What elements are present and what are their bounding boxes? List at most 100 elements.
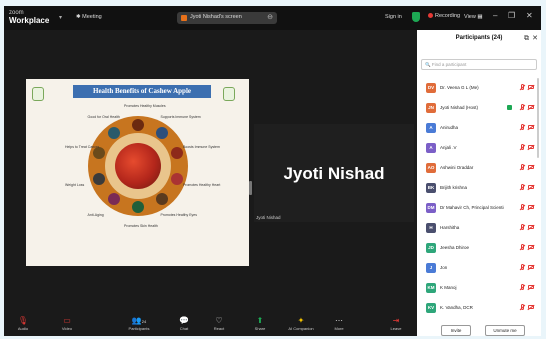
meeting-label: Meeting <box>82 14 102 20</box>
sign-in-link[interactable]: Sign in <box>385 14 402 20</box>
participant-row[interactable]: JD Jeesha Dhiroe <box>417 242 541 254</box>
participant-name: Anjali .V <box>440 145 457 150</box>
benefit-label: Promotes Healthy Heart <box>182 182 221 187</box>
react-button[interactable]: ♡ React <box>204 315 234 335</box>
participant-row[interactable]: A Anjali .V <box>417 142 541 154</box>
avatar: H <box>426 223 436 233</box>
benefit-label: Anti-Aging <box>87 212 104 217</box>
participant-row[interactable]: A Anirudha <box>417 122 541 134</box>
options-icon[interactable]: ⊖ <box>267 13 273 21</box>
app-logo: zoom Workplace <box>9 10 50 25</box>
panel-scrollbar[interactable] <box>537 78 539 158</box>
benefit-icon <box>107 126 120 139</box>
participant-row[interactable]: KV K. Vandha, DCR <box>417 302 541 314</box>
chat-label: Chat <box>179 326 189 331</box>
participant-name: Dr Mahavir Ch, Principal Scientis... <box>440 205 504 210</box>
view-menu[interactable]: View ▦ <box>464 14 483 20</box>
share-button[interactable]: ⬆ Share <box>245 315 275 335</box>
shared-slide: Health Benefits of Cashew Apple Promotes… <box>26 79 249 266</box>
avatar: J <box>426 263 436 273</box>
meeting-menu[interactable]: ✱ Meeting <box>76 14 102 20</box>
minimize-icon[interactable]: – <box>493 11 497 20</box>
participants-label: Participants <box>128 326 150 331</box>
avatar: A <box>426 123 436 133</box>
participants-button[interactable]: 👥24 Participants <box>124 315 154 335</box>
more-button[interactable]: ⋯ More <box>324 315 354 335</box>
leave-icon: ⇥ <box>392 316 400 325</box>
benefit-label: Promotes Skin Health <box>124 224 158 228</box>
participant-search-input[interactable]: 🔍 Find a participant <box>421 59 537 70</box>
shared-screen-tab[interactable]: Jyoti Nishad's screen ⊖ <box>177 12 277 24</box>
participant-name: Dr. Veena G L (Me) <box>440 85 479 90</box>
participant-row[interactable]: J Jon <box>417 262 541 274</box>
participants-count: 24 <box>141 319 147 324</box>
leave-button[interactable]: ⇥ Leave <box>381 315 411 335</box>
participant-video-tile[interactable]: Jyoti Nishad Jyoti Nishad <box>254 124 414 222</box>
avatar: JN <box>426 103 436 113</box>
benefit-icon <box>132 119 144 131</box>
record-dot-icon <box>428 13 433 19</box>
shield-icon[interactable] <box>412 12 420 22</box>
share-tab-label: Jyoti Nishad's screen <box>190 14 242 20</box>
unmute-me-button[interactable]: Unmute me <box>485 325 525 336</box>
slide-title: Health Benefits of Cashew Apple <box>73 85 211 98</box>
chat-button[interactable]: 💬 Chat <box>169 315 199 335</box>
sparkle-icon: ✦ <box>297 316 305 325</box>
avatar: KM <box>426 283 436 293</box>
heart-icon: ♡ <box>215 316 223 325</box>
participant-row[interactable]: JN Jyoti Nishad (Host) <box>417 102 541 114</box>
participant-row[interactable]: DV Dr. Veena G L (Me) <box>417 82 541 94</box>
invite-button[interactable]: Invite <box>441 325 471 336</box>
avatar: DM <box>426 203 436 213</box>
participant-name: Brijith krishna <box>440 185 468 190</box>
participant-row[interactable]: AO Ashwini Oraddar <box>417 162 541 174</box>
people-icon: 👥24 <box>131 316 147 325</box>
benefit-icon <box>170 172 183 185</box>
panel-header: Participants (24) ⧉ ✕ <box>417 30 541 47</box>
participant-row[interactable]: DM Dr Mahavir Ch, Principal Scientis... <box>417 202 541 214</box>
panel-title: Participants (24) <box>455 35 503 41</box>
splitter-handle[interactable] <box>249 181 252 195</box>
restore-icon[interactable]: ❐ <box>508 11 515 20</box>
benefit-label: Weight Loss <box>65 182 85 187</box>
participant-name: Harshitha <box>440 225 460 230</box>
ai-companion-label: AI Companion <box>288 326 314 331</box>
leave-label: Leave <box>390 326 402 331</box>
benefit-label: Good for Oral Health <box>87 115 120 120</box>
more-label: More <box>334 326 344 331</box>
recording-indicator[interactable]: Recording <box>428 13 460 19</box>
avatar: JD <box>426 243 436 253</box>
benefit-icon <box>107 193 120 206</box>
mic-muted-icon: 🎙 <box>17 316 29 325</box>
wheel-inner-ring <box>105 133 171 199</box>
participant-name: Ashwini Oraddar <box>440 165 474 170</box>
video-off-icon: ▭ <box>63 316 71 325</box>
benefit-icon <box>93 172 105 185</box>
more-icon: ⋯ <box>335 316 343 325</box>
ai-companion-button[interactable]: ✦ AI Companion <box>286 315 316 335</box>
benefit-label: Helps to Treat Cancer <box>65 145 100 150</box>
participant-row[interactable]: KM K Manoj <box>417 282 541 294</box>
participant-name: K. Vandha, DCR <box>440 305 473 310</box>
close-panel-icon[interactable]: ✕ <box>532 30 538 47</box>
close-icon[interactable]: ✕ <box>526 11 533 20</box>
video-button[interactable]: ▭ Video <box>52 315 82 335</box>
avatar: DV <box>426 83 436 93</box>
avatar: KV <box>426 303 436 313</box>
popout-icon[interactable]: ⧉ <box>524 30 529 47</box>
cashew-apple-image <box>115 143 161 189</box>
video-label: Video <box>61 326 73 331</box>
participant-row[interactable]: H Harshitha <box>417 222 541 234</box>
chevron-down-icon[interactable]: ▾ <box>59 14 62 21</box>
participant-name: K Manoj <box>440 285 457 290</box>
left-logo <box>32 87 44 101</box>
benefit-label: Promotes Healthy Muscles <box>124 104 166 108</box>
benefit-icon <box>132 201 144 213</box>
search-placeholder: Find a participant <box>431 62 467 67</box>
participant-name-tag: Jyoti Nishad <box>256 215 281 220</box>
participants-panel: Participants (24) ⧉ ✕ 🔍 Find a participa… <box>417 30 541 336</box>
audio-button[interactable]: 🎙 Audio <box>8 315 38 335</box>
benefit-icon <box>156 126 169 139</box>
share-screen-icon <box>181 15 187 21</box>
participant-row[interactable]: BK Brijith krishna <box>417 182 541 194</box>
